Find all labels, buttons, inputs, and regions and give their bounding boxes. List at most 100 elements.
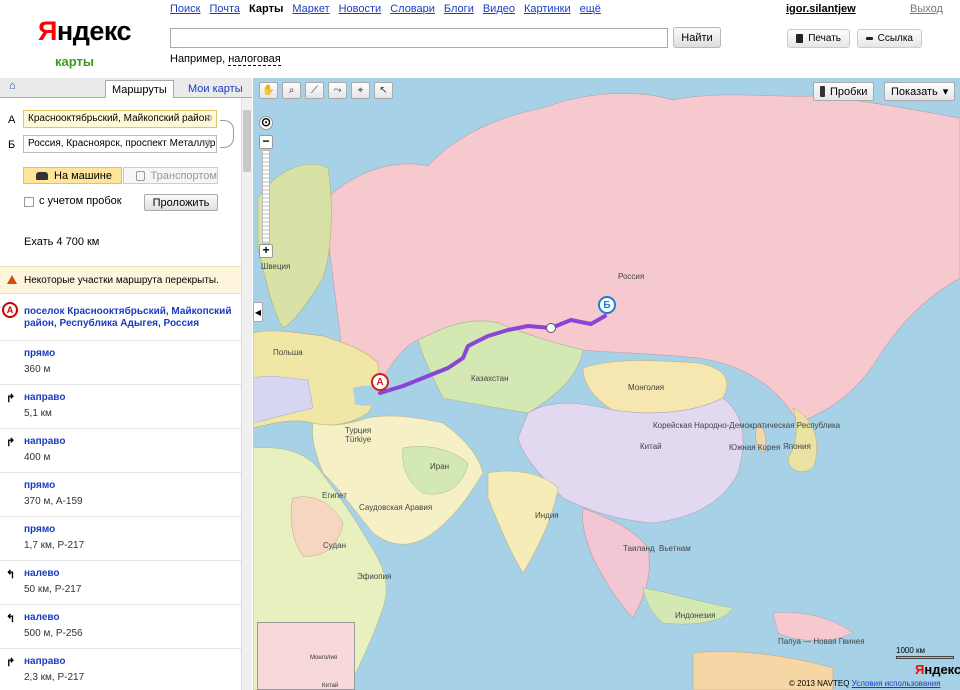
route-step[interactable]: прямо 1,7 км, Р-217 [0,516,241,560]
warning-text: Некоторые участки маршрута перекрыты. [24,275,219,286]
step-action: направо [24,436,66,447]
link-button[interactable]: Ссылка [857,29,922,48]
search-button[interactable]: Найти [673,27,721,48]
traffic-light-icon [820,86,825,97]
clear-to-icon[interactable]: ⊗ [205,138,213,149]
traffic-button[interactable]: Пробки [813,82,875,101]
route-step[interactable]: ↰ налево 500 м, Р-256 [0,604,241,648]
route-tool-icon[interactable]: ⤳ [328,82,347,99]
step-info: 500 м, Р-256 [24,628,83,639]
label-a: А [8,114,16,126]
label-south-korea: Южная Корея [729,443,781,452]
nav-market[interactable]: Маркет [292,3,329,15]
route-step[interactable]: прямо 370 м, А-159 [0,472,241,516]
home-icon[interactable]: ⌂ [9,81,20,92]
user-name[interactable]: igor.silantjew [786,3,856,15]
build-route-button[interactable]: Проложить [144,194,218,211]
step-info: 400 м [24,452,51,463]
label-china: Китай [640,442,662,451]
label-poland: Польша [273,348,303,357]
search-input[interactable] [170,28,668,48]
label-mongolia: Монголия [628,383,665,392]
label-sweden: Швеция [261,262,291,271]
mode-transport-label: Транспортом [150,169,217,182]
step-action: налево [24,612,60,623]
clear-from-icon[interactable]: ⊗ [205,113,213,124]
turn-left-icon: ↰ [6,569,16,581]
to-value: Россия, Красноярск, проспект Металлургов [28,138,217,149]
minimap[interactable]: Монголия Китай [257,622,355,690]
show-layers-button[interactable]: Показать ▾ [884,82,956,101]
label-turkey: Турция [345,426,372,435]
marker-a[interactable]: А [371,373,389,391]
route-step[interactable]: ↱ направо 5,1 км [0,384,241,428]
nav-more[interactable]: ещё [580,3,601,15]
step-info: 2,3 км, Р-217 [24,672,85,683]
ruler-icon[interactable]: ⟋ [305,82,324,99]
route-step[interactable]: ↱ направо 2,3 км, Р-217 [0,648,241,690]
compass-icon[interactable]: ⊙ [259,116,273,130]
logo-subtitle[interactable]: карты [55,54,94,69]
marker-tool-icon[interactable]: ⌖ [351,82,370,99]
zoom-slider[interactable] [262,150,270,244]
scale-label: 1000 км [896,646,926,655]
logout-link[interactable]: Выход [910,3,943,15]
nav-dictionaries[interactable]: Словари [390,3,435,15]
traffic-label[interactable]: с учетом пробок [39,195,122,207]
tab-my-maps[interactable]: Мои карты [182,80,249,98]
panel-scrollbar[interactable] [241,98,252,690]
label-russia: Россия [618,272,645,281]
swap-icon[interactable] [220,120,234,148]
to-input[interactable]: Россия, Красноярск, проспект Металлургов… [23,135,217,153]
step-action: направо [24,656,66,667]
label-thailand: Таиланд [623,544,655,553]
print-button[interactable]: Печать [787,29,850,48]
map-canvas[interactable]: ✋ ⌕ ⟋ ⤳ ⌖ ↖ Пробки Показать ▾ ⊙ − + ◀ Шв… [253,78,960,690]
panel-tabs: ⌂ Маршруты Мои карты [0,78,252,98]
nav-images[interactable]: Картинки [524,3,571,15]
label-papua: Папуа — Новая Гвинея [778,637,865,646]
collapse-panel-icon[interactable]: ◀ [253,302,263,322]
nav-blogs[interactable]: Блоги [444,3,474,15]
mode-car-button[interactable]: На машине [23,167,122,184]
traffic-checkbox[interactable] [24,197,34,207]
route-step[interactable]: ↱ направо 400 м [0,428,241,472]
nav-news[interactable]: Новости [339,3,382,15]
nav-video[interactable]: Видео [483,3,515,15]
printer-icon [796,34,804,43]
search-example: Например, налоговая [170,53,281,66]
label-japan: Япония [783,442,811,451]
minimap-label-mongolia: Монголия [310,655,338,661]
route-distance: Ехать 4 700 км [24,236,100,248]
route-step[interactable]: прямо 360 м [0,340,241,384]
scale-bar [896,656,954,659]
link-icon [866,37,873,40]
example-link[interactable]: налоговая [228,53,281,66]
label-north-korea: Корейская Народно-Демократическая Респуб… [653,421,841,430]
marker-b[interactable]: Б [598,296,616,314]
zoom-out-button[interactable]: − [259,135,273,149]
nav-search[interactable]: Поиск [170,3,200,15]
nav-maps[interactable]: Карты [249,3,283,15]
scroll-thumb[interactable] [243,110,251,172]
turn-left-icon: ↰ [6,613,16,625]
cursor-tool-icon[interactable]: ↖ [374,82,393,99]
zoom-in-button[interactable]: + [259,244,273,258]
terms-link[interactable]: Условия использования [852,679,941,688]
se-asia-shape [582,507,650,619]
step-info: 1,7 км, Р-217 [24,540,85,551]
mode-car-label: На машине [54,169,112,182]
zoom-area-icon[interactable]: ⌕ [282,82,301,99]
yandex-logo[interactable]: Яндекс [38,16,132,47]
tab-routes[interactable]: Маршруты [105,80,174,98]
bus-icon [136,170,145,181]
start-place-link[interactable]: поселок Краснооктябрьский, Майкопский ра… [24,306,236,330]
turn-right-icon: ↱ [6,657,16,669]
start-marker-icon: А [2,302,18,318]
mode-transport-button[interactable]: Транспортом [123,167,218,184]
hand-tool-icon[interactable]: ✋ [259,82,278,99]
from-input[interactable]: Краснооктябрьский, Майкопский район ⊗ [23,110,217,128]
route-step[interactable]: ↰ налево 50 км, Р-217 [0,560,241,604]
label-indonesia: Индонезия [675,611,716,620]
nav-mail[interactable]: Почта [209,3,240,15]
